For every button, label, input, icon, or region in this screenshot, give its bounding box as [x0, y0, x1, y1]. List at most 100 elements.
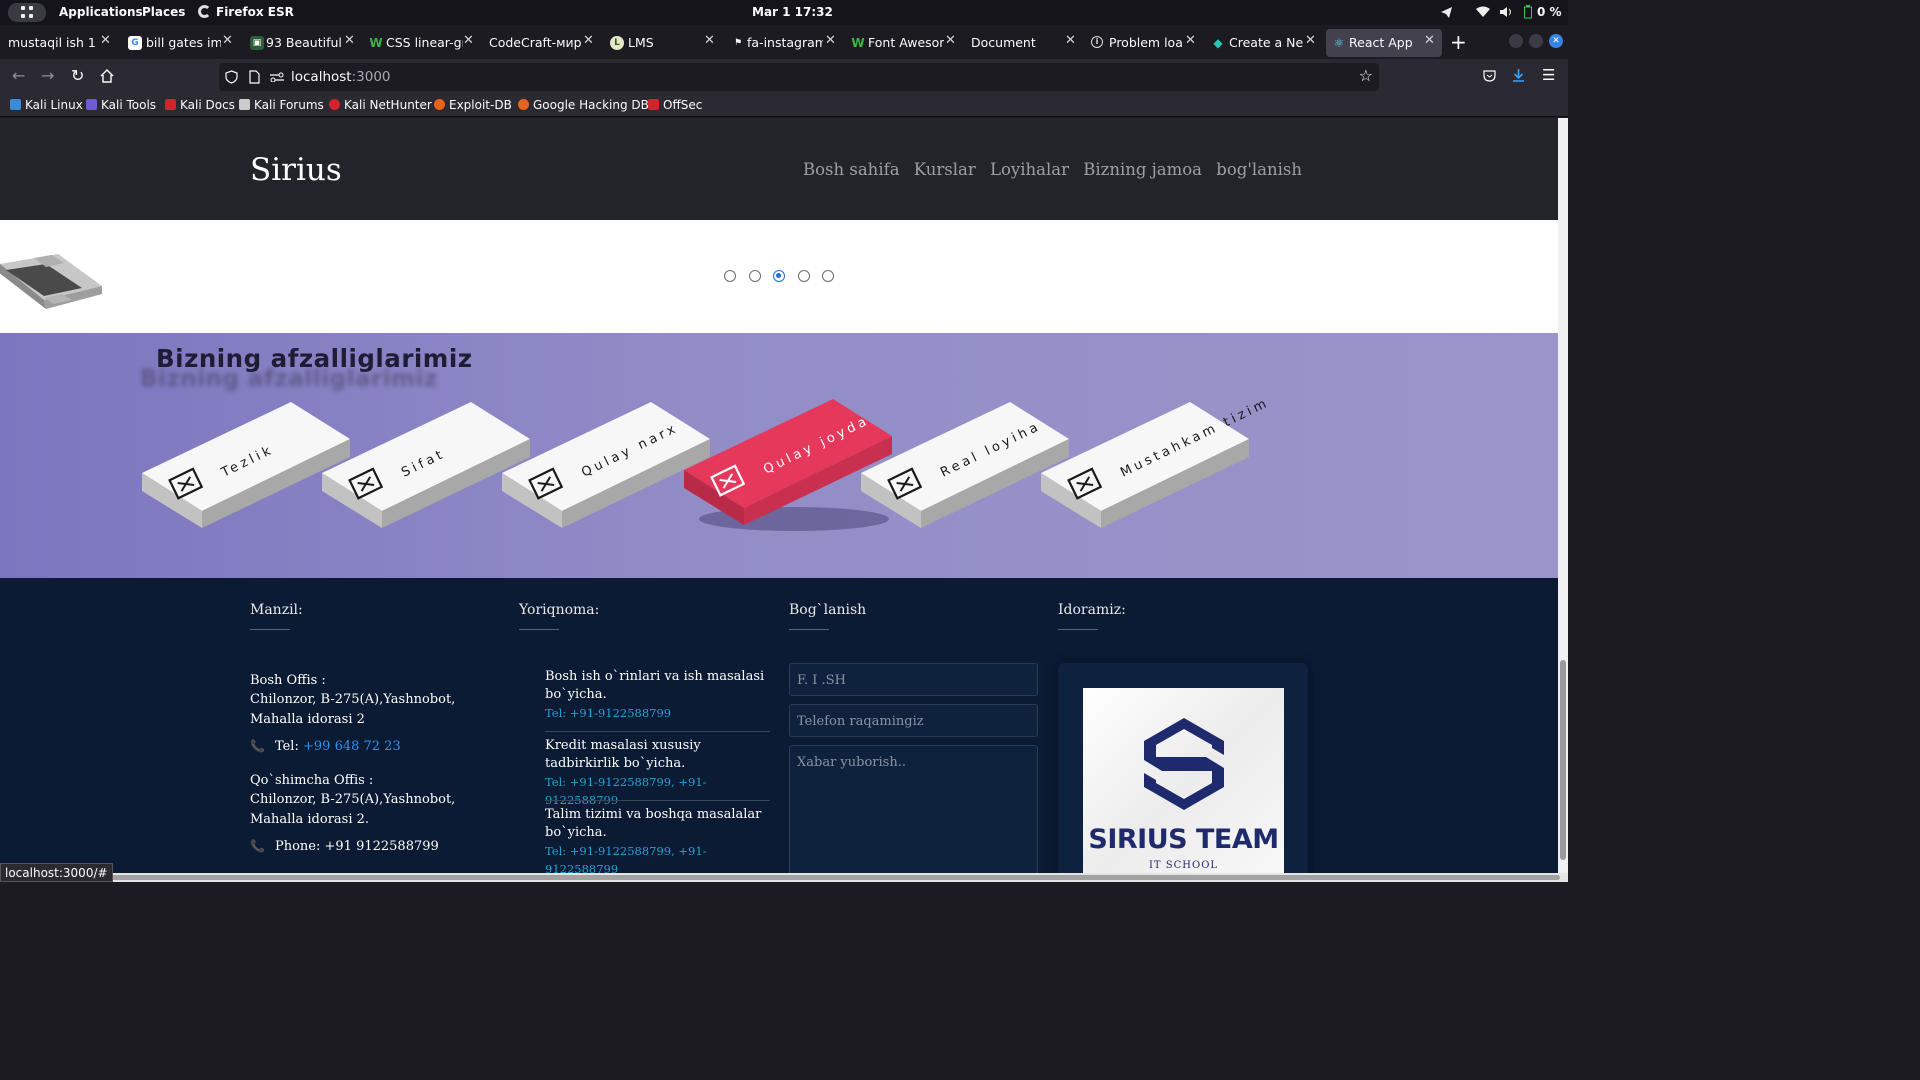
wifi-icon[interactable]: [1476, 6, 1490, 18]
close-tab-icon[interactable]: ✕: [1424, 33, 1435, 48]
bookmark-kali-tools[interactable]: Kali Tools: [86, 98, 156, 112]
tel-link[interactable]: +99 648 72 23: [303, 739, 401, 754]
slider-dot[interactable]: [724, 270, 736, 282]
firefox-app-menu[interactable]: Firefox ESR: [198, 5, 294, 19]
close-tab-icon[interactable]: ✕: [825, 33, 836, 48]
feature-card[interactable]: Mustahkam tizim: [1041, 395, 1272, 528]
close-window-button[interactable]: ✕: [1549, 34, 1563, 48]
clock[interactable]: Mar 1 17:32: [752, 5, 833, 19]
slider-dot[interactable]: [748, 270, 761, 282]
nav-loyihalar[interactable]: Loyihalar: [990, 160, 1069, 179]
tab-label: bill gates img: [146, 35, 221, 50]
places-menu[interactable]: Places: [142, 5, 185, 19]
horizontal-scrollbar[interactable]: [0, 873, 1568, 882]
tab-label: Problem load: [1109, 35, 1183, 50]
horizontal-scrollbar-thumb[interactable]: [100, 875, 1560, 880]
tab-document[interactable]: Document ✕: [971, 29, 1081, 57]
nav-bosh-sahifa[interactable]: Bosh sahifa: [803, 160, 900, 179]
bookmark-kali-docs[interactable]: Kali Docs: [165, 98, 235, 112]
bookmark-kali-nethunter[interactable]: Kali NetHunter: [329, 98, 432, 112]
pocket-icon[interactable]: [1483, 69, 1496, 82]
guide-item-tel[interactable]: Tel: +91-9122588799: [545, 704, 770, 722]
close-tab-icon[interactable]: ✕: [344, 33, 355, 48]
close-tab-icon[interactable]: ✕: [704, 33, 715, 48]
bookmark-kali-linux[interactable]: Kali Linux: [10, 98, 83, 112]
battery-icon[interactable]: [1524, 5, 1532, 19]
tab-mustaqil-ish[interactable]: mustaqil ish 1 ✕: [6, 29, 114, 57]
tab-react-app[interactable]: ⚛ React App ✕: [1326, 29, 1442, 57]
web-page: Sirius Bosh sahifa Kurslar Loyihalar Biz…: [0, 118, 1558, 873]
bookmark-exploit-db[interactable]: Exploit-DB: [434, 98, 512, 112]
w3schools-icon: W: [369, 36, 383, 50]
tab-bill-gates[interactable]: G bill gates img ✕: [128, 29, 238, 57]
new-tab-button[interactable]: +: [1450, 30, 1467, 54]
slider-dot[interactable]: [822, 270, 834, 282]
tab-beautiful[interactable]: ▣ 93 Beautiful C ✕: [250, 29, 360, 57]
close-tab-icon[interactable]: ✕: [583, 33, 594, 48]
minimize-button[interactable]: [1509, 34, 1523, 48]
close-tab-icon[interactable]: ✕: [1065, 33, 1076, 48]
page-info-icon[interactable]: [249, 70, 260, 84]
download-icon[interactable]: [1512, 68, 1525, 83]
telegram-icon[interactable]: [1440, 6, 1453, 19]
tab-codecraft[interactable]: CodeCraft-мир п ✕: [489, 29, 599, 57]
url-bar[interactable]: localhost:3000 ☆: [219, 63, 1379, 91]
tab-problem-loading[interactable]: i Problem load ✕: [1091, 29, 1201, 57]
url-text[interactable]: localhost:3000: [291, 69, 391, 85]
feature-card[interactable]: Tezlik: [142, 402, 350, 528]
close-tab-icon[interactable]: ✕: [1185, 33, 1196, 48]
message-field[interactable]: Xabar yuborish..: [789, 745, 1038, 873]
guide-separator: [545, 800, 770, 801]
phone-value[interactable]: +91 9122588799: [325, 839, 439, 854]
reload-icon[interactable]: ↻: [71, 66, 84, 85]
guide-item-tel[interactable]: Tel: +91-9122588799, +91-9122588799: [545, 773, 770, 809]
feature-card[interactable]: Qulay joyda: [684, 399, 892, 531]
site-brand[interactable]: Sirius: [250, 152, 342, 188]
back-arrow-icon[interactable]: ←: [12, 66, 25, 85]
shield-icon[interactable]: [225, 70, 238, 84]
maximize-button[interactable]: [1529, 34, 1543, 48]
kali-docs-icon: [165, 99, 176, 110]
vertical-scrollbar[interactable]: [1558, 118, 1568, 873]
close-tab-icon[interactable]: ✕: [463, 33, 474, 48]
tab-lms[interactable]: L LMS ✕: [610, 29, 720, 57]
permissions-icon[interactable]: [270, 72, 284, 82]
forward-arrow-icon[interactable]: →: [41, 66, 54, 85]
name-field[interactable]: F. I .SH: [789, 663, 1038, 696]
volume-icon[interactable]: [1499, 6, 1513, 18]
extra-office-label: Qo`shimcha Offis :: [250, 773, 374, 788]
close-tab-icon[interactable]: ✕: [1305, 33, 1316, 48]
close-tab-icon[interactable]: ✕: [222, 33, 233, 48]
scrollbar-thumb[interactable]: [1560, 660, 1566, 860]
hamburger-menu-icon[interactable]: ☰: [1542, 66, 1555, 84]
close-tab-icon[interactable]: ✕: [100, 33, 111, 48]
nav-boglanish[interactable]: bog'lanish: [1216, 160, 1302, 179]
bookmark-google-hacking-db[interactable]: Google Hacking DB: [518, 98, 649, 112]
tab-font-awesome[interactable]: W Font Awesom ✕: [851, 29, 961, 57]
tab-netlify[interactable]: ◆ Create a Netli ✕: [1211, 29, 1321, 57]
feature-card[interactable]: Qulay narx: [502, 402, 710, 528]
address-heading: Manzil:: [250, 602, 303, 618]
bookmark-kali-forums[interactable]: Kali Forums: [239, 98, 324, 112]
tab-label: LMS: [628, 35, 654, 50]
tab-css-linear[interactable]: W CSS linear-gra ✕: [369, 29, 479, 57]
guide-item-tel[interactable]: Tel: +91-9122588799, +91-9122588799: [545, 842, 770, 873]
nav-bizning-jamoa[interactable]: Bizning jamoa: [1083, 160, 1202, 179]
logo-subtext: IT SCHOOL: [1148, 860, 1219, 871]
feature-card[interactable]: Real loyiha: [861, 402, 1069, 528]
home-icon[interactable]: [100, 69, 114, 83]
contact-divider: [789, 629, 829, 630]
kali-tools-icon: [86, 99, 97, 110]
bookmark-star-icon[interactable]: ☆: [1359, 66, 1373, 85]
tab-label: CodeCraft-мир п: [489, 35, 581, 50]
close-tab-icon[interactable]: ✕: [945, 33, 956, 48]
slider-dot[interactable]: [797, 270, 810, 282]
nav-kurslar[interactable]: Kurslar: [914, 160, 976, 179]
tab-fa-instagram[interactable]: ⚑ fa-instagram ✕: [731, 29, 841, 57]
applications-menu[interactable]: Applications: [59, 5, 143, 19]
bookmark-offsec[interactable]: OffSec: [648, 98, 702, 112]
slider-dot[interactable]: [773, 270, 785, 282]
activities-grid-icon[interactable]: [8, 3, 46, 22]
feature-card[interactable]: Sifat: [322, 402, 530, 528]
phone-field[interactable]: Telefon raqamingiz: [789, 704, 1038, 737]
